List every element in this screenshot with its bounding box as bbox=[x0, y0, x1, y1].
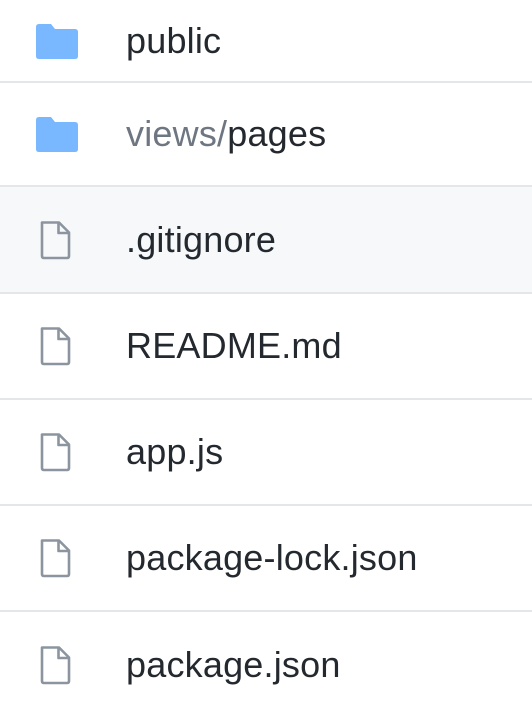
file-row-package-json[interactable]: package.json bbox=[0, 612, 532, 710]
file-link-package-lock[interactable]: package-lock.json bbox=[126, 538, 418, 578]
file-link-public[interactable]: public bbox=[126, 19, 222, 61]
file-icon bbox=[40, 539, 71, 578]
file-link-app-js[interactable]: app.js bbox=[126, 432, 223, 472]
file-name: .gitignore bbox=[126, 218, 277, 260]
folder-icon bbox=[36, 23, 78, 59]
file-list: public views/pages .gitignore README.md bbox=[0, 0, 532, 710]
file-name: app.js bbox=[126, 431, 224, 472]
file-icon bbox=[40, 220, 71, 259]
file-link-gitignore[interactable]: .gitignore bbox=[126, 218, 277, 260]
path-prefix: views/ bbox=[126, 113, 228, 154]
file-row-gitignore[interactable]: .gitignore bbox=[0, 187, 532, 294]
file-row-readme[interactable]: README.md bbox=[0, 294, 532, 400]
file-icon bbox=[40, 646, 71, 685]
file-row-public[interactable]: public bbox=[0, 0, 532, 83]
file-link-readme[interactable]: README.md bbox=[126, 326, 342, 366]
file-name: package.json bbox=[126, 644, 341, 685]
file-name: public bbox=[126, 19, 222, 61]
file-name: package-lock.json bbox=[126, 537, 418, 578]
file-name: README.md bbox=[126, 325, 342, 366]
file-name: pages bbox=[227, 113, 327, 154]
file-icon bbox=[40, 327, 71, 366]
file-row-package-lock[interactable]: package-lock.json bbox=[0, 506, 532, 612]
file-row-views-pages[interactable]: views/pages bbox=[0, 83, 532, 187]
folder-icon bbox=[36, 117, 78, 152]
file-link-package-json[interactable]: package.json bbox=[126, 645, 341, 685]
file-link-views-pages[interactable]: views/pages bbox=[126, 114, 326, 154]
file-icon bbox=[40, 433, 71, 472]
file-row-app-js[interactable]: app.js bbox=[0, 400, 532, 506]
